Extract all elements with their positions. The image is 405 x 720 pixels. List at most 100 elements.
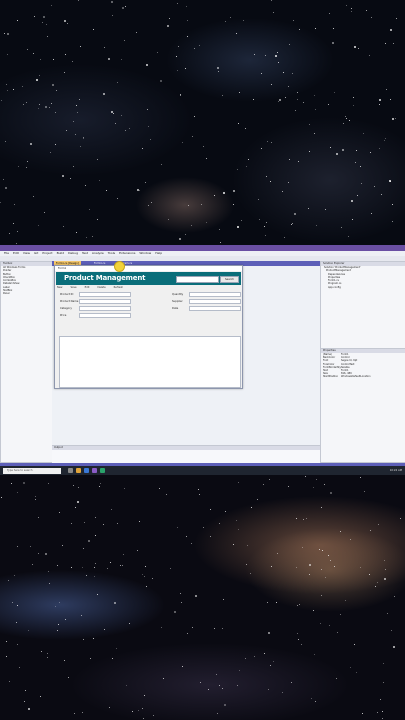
star (346, 5, 347, 6)
solution-explorer-panel: Solution Explorer Solution 'ProductManag… (320, 261, 405, 349)
star (198, 489, 199, 490)
star (70, 178, 71, 179)
search-input[interactable] (176, 276, 219, 283)
star (362, 713, 363, 714)
star (74, 713, 75, 714)
form-action-save[interactable]: Save (70, 286, 76, 289)
star (71, 523, 72, 524)
star (14, 204, 15, 205)
star (340, 531, 341, 532)
star (7, 90, 8, 91)
visual-studio-icon[interactable] (92, 468, 97, 473)
star (112, 658, 113, 659)
cursor-highlight-icon (114, 261, 125, 272)
app-icon[interactable] (100, 468, 105, 473)
star (360, 477, 361, 478)
star (82, 567, 83, 568)
star (38, 517, 39, 518)
star (94, 567, 95, 568)
price-input[interactable] (79, 313, 131, 318)
star (400, 518, 401, 519)
star (266, 222, 267, 223)
star (275, 55, 277, 57)
form-action-new[interactable]: New (57, 286, 62, 289)
star (43, 16, 45, 18)
star (129, 623, 130, 624)
star (288, 86, 289, 87)
star (314, 133, 315, 134)
form-action-refresh[interactable]: Refresh (114, 286, 123, 289)
star (191, 543, 192, 544)
star (148, 126, 149, 127)
star (378, 524, 379, 525)
star (108, 58, 110, 60)
star (177, 527, 178, 528)
star (13, 89, 14, 90)
star (17, 231, 18, 232)
quantity-input[interactable] (189, 292, 241, 297)
product-name-input[interactable] (79, 299, 131, 304)
star (186, 536, 187, 537)
star (95, 535, 96, 536)
star (25, 690, 26, 691)
star (153, 715, 154, 716)
label-product-name: Product Name (60, 300, 79, 303)
star (303, 519, 304, 520)
property-row[interactable]: StartPosition WindowsDefaultLocation (323, 375, 405, 378)
property-value[interactable]: WindowsDefaultLocation (341, 375, 371, 378)
category-input[interactable] (79, 306, 131, 311)
star (292, 223, 293, 224)
star (40, 59, 41, 60)
star (341, 227, 342, 228)
star (65, 54, 66, 55)
star (384, 578, 386, 580)
star (117, 523, 118, 524)
star (48, 571, 49, 572)
star (45, 553, 47, 555)
star (245, 128, 246, 129)
star (243, 20, 244, 21)
edge-browser-icon[interactable] (84, 468, 89, 473)
star (220, 242, 221, 243)
star (49, 107, 50, 108)
taskbar-search-input[interactable]: Type here to search (3, 467, 61, 474)
star (351, 8, 352, 9)
star (161, 164, 162, 165)
search-button[interactable]: Search (220, 276, 239, 283)
star (123, 554, 124, 555)
star (55, 606, 56, 607)
star (311, 698, 312, 699)
file-explorer-icon[interactable] (76, 468, 81, 473)
form-action-edit[interactable]: Edit (85, 286, 90, 289)
star (385, 569, 386, 570)
star (384, 560, 385, 561)
star (236, 33, 237, 34)
task-view-icon[interactable] (68, 468, 73, 473)
products-data-grid[interactable] (59, 336, 241, 388)
product-id-input[interactable] (79, 292, 131, 297)
star (78, 0, 79, 1)
supplier-input[interactable] (189, 299, 241, 304)
star (187, 20, 188, 21)
star (268, 689, 269, 690)
star (151, 202, 152, 203)
date-input[interactable] (189, 306, 241, 311)
star (58, 624, 59, 625)
star (49, 583, 50, 584)
star (126, 685, 127, 686)
star (261, 73, 262, 74)
star (264, 653, 265, 654)
star (305, 476, 306, 477)
form-action-delete[interactable]: Delete (97, 286, 105, 289)
star (269, 479, 270, 480)
star (84, 522, 85, 523)
toolbox-item[interactable]: Panel (3, 292, 52, 295)
star (309, 574, 310, 575)
star (245, 658, 246, 659)
star (206, 158, 207, 159)
solution-tree-item[interactable]: App.config (324, 286, 405, 289)
star (42, 22, 43, 23)
star (51, 5, 52, 6)
label-category: Category (60, 307, 72, 310)
star (39, 104, 40, 105)
